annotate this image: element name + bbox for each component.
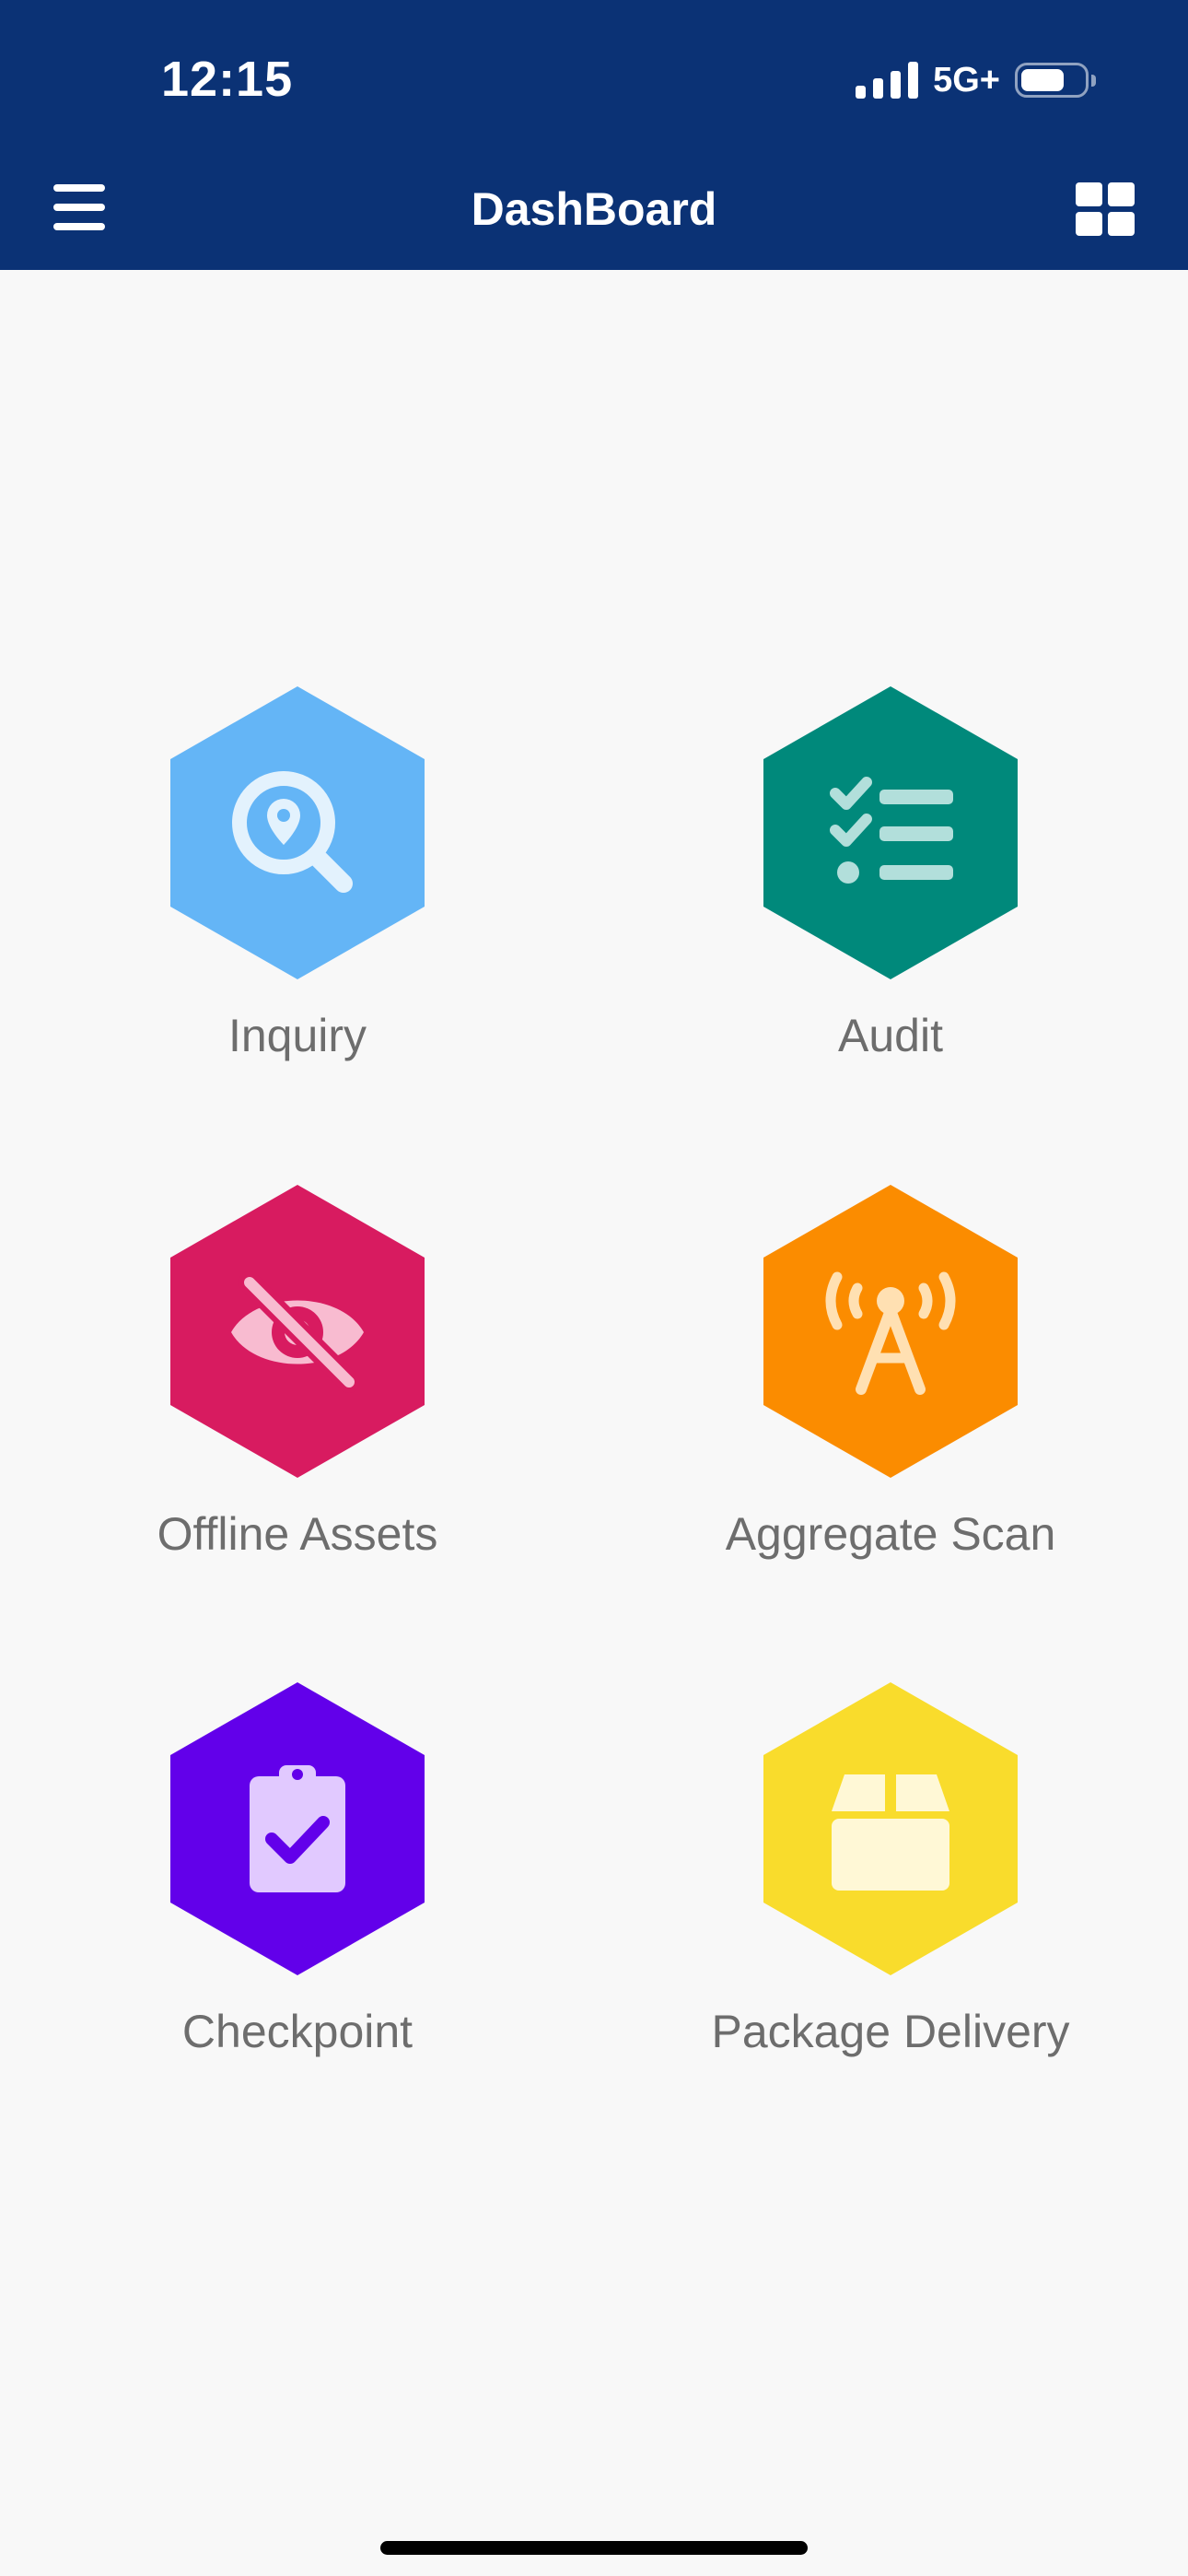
broadcast-tower-icon	[825, 1271, 956, 1395]
tile-label: Offline Assets	[157, 1508, 438, 1560]
tile-checkpoint[interactable]: Checkpoint	[58, 1682, 537, 2088]
tile-label: Package Delivery	[711, 2006, 1070, 2057]
tile-aggregate-scan[interactable]: Aggregate Scan	[651, 1185, 1130, 1590]
grid-view-button[interactable]	[1076, 182, 1135, 236]
tile-offline-assets[interactable]: Offline Assets	[58, 1185, 537, 1590]
offline-assets-hex	[170, 1185, 425, 1478]
status-indicators: 5G+	[856, 57, 1096, 103]
app-header: 12:15 5G+ DashBoard	[0, 0, 1188, 270]
home-indicator	[380, 2541, 808, 2555]
tile-label: Inquiry	[227, 1010, 367, 1061]
tile-package-delivery[interactable]: Package Delivery	[651, 1682, 1130, 2088]
aggregate-scan-hex	[763, 1185, 1018, 1478]
network-type: 5G+	[933, 60, 1000, 100]
tile-label: Audit	[838, 1010, 943, 1061]
package-delivery-hex	[763, 1682, 1018, 1975]
checkpoint-hex	[170, 1682, 425, 1975]
battery-icon	[1015, 63, 1096, 98]
inquiry-hex	[170, 686, 425, 979]
tile-label: Checkpoint	[181, 2006, 413, 2057]
tile-label: Aggregate Scan	[725, 1508, 1056, 1560]
tile-audit[interactable]: Audit	[651, 686, 1130, 1092]
location-search-icon	[232, 771, 353, 893]
signal-strength-icon	[856, 62, 919, 99]
clipboard-check-icon	[250, 1765, 345, 1892]
eye-off-icon	[231, 1271, 364, 1393]
package-icon	[832, 1774, 949, 1891]
page-title: DashBoard	[471, 183, 717, 235]
audit-hex	[763, 686, 1018, 979]
checklist-icon	[830, 777, 953, 884]
tile-inquiry[interactable]: Inquiry	[58, 686, 537, 1092]
status-time: 12:15	[161, 52, 294, 107]
